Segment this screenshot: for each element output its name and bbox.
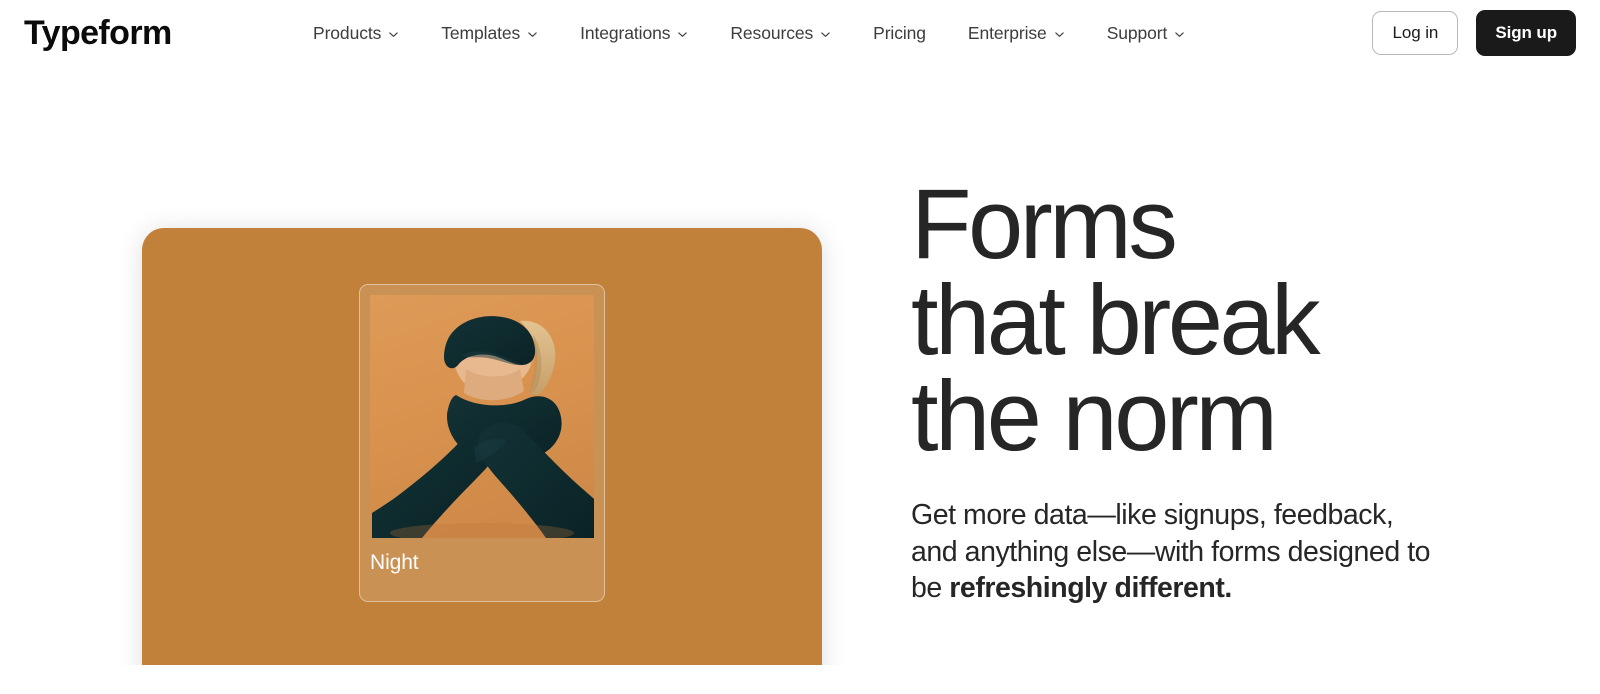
nav-item-templates[interactable]: Templates	[420, 0, 559, 66]
site-header: Typeform Products Templates Integrations	[0, 0, 1600, 66]
main-navigation: Products Templates Integrations Resource…	[292, 0, 1206, 66]
hero-copy: Forms that break the norm Get more data—…	[911, 168, 1511, 607]
hero-subtitle-accent: refreshingly different.	[949, 572, 1232, 604]
brand-logo[interactable]: Typeform	[24, 13, 172, 53]
nav-item-products[interactable]: Products	[292, 0, 420, 66]
chevron-down-icon	[527, 29, 538, 40]
chevron-down-icon	[388, 29, 399, 40]
auth-button-group: Log in Sign up	[1372, 0, 1576, 66]
chevron-down-icon	[820, 29, 831, 40]
page-root: Typeform Products Templates Integrations	[0, 0, 1600, 665]
athlete-illustration	[370, 295, 594, 538]
chevron-down-icon	[677, 29, 688, 40]
chevron-down-icon	[1054, 29, 1065, 40]
nav-item-label: Support	[1106, 22, 1168, 43]
nav-item-support[interactable]: Support	[1086, 0, 1207, 66]
product-photo	[370, 295, 594, 538]
nav-item-label: Enterprise	[967, 22, 1047, 43]
product-card-label: Night	[370, 551, 419, 574]
product-card[interactable]: Night	[359, 284, 605, 602]
nav-item-resources[interactable]: Resources	[709, 0, 852, 66]
nav-item-label: Products	[313, 22, 382, 43]
nav-item-label: Integrations	[580, 22, 671, 43]
hero-subtitle: Get more data—like signups, feedback, an…	[911, 497, 1446, 607]
nav-item-pricing[interactable]: Pricing	[852, 0, 947, 66]
nav-item-label: Pricing	[873, 22, 926, 43]
chevron-down-icon	[1174, 29, 1185, 40]
nav-item-label: Resources	[730, 22, 814, 43]
product-showcase-panel: Night	[142, 228, 822, 665]
nav-item-label: Templates	[441, 22, 521, 43]
page-title: Forms that break the norm	[911, 168, 1321, 471]
sign-up-button[interactable]: Sign up	[1476, 10, 1576, 56]
hero-section: Night Forms that break the norm Get more…	[0, 66, 1600, 665]
page-bottom-cutoff	[0, 665, 1600, 694]
log-in-button[interactable]: Log in	[1372, 11, 1459, 55]
nav-item-integrations[interactable]: Integrations	[559, 0, 709, 66]
nav-item-enterprise[interactable]: Enterprise	[947, 0, 1086, 66]
